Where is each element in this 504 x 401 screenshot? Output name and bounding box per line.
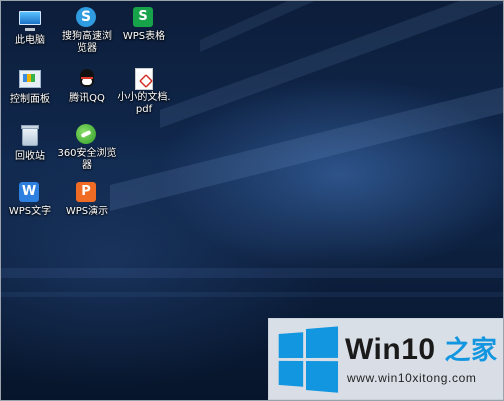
desktop-icon-this-pc[interactable]: 此电脑	[0, 7, 60, 47]
desktop-icon-360-browser[interactable]: 360安全浏览 器	[57, 124, 117, 172]
360-browser-icon	[76, 124, 98, 146]
desktop-icon-label: WPS演示	[65, 206, 109, 217]
watermark-brand: Win10 之家	[345, 333, 498, 366]
qq-icon	[76, 69, 98, 91]
desktop-icon-wps-spreadsheet[interactable]: S WPS表格	[114, 7, 174, 43]
desktop-icon-label: 腾讯QQ	[69, 93, 105, 104]
light-beam	[0, 292, 504, 297]
desktop-icon-label: 控制面板	[10, 94, 50, 105]
this-pc-icon	[19, 11, 41, 33]
wps-presentation-icon: P	[76, 182, 98, 204]
wps-writer-icon: W	[19, 182, 41, 204]
control-panel-icon	[19, 70, 41, 92]
wps-spreadsheet-icon: S	[133, 7, 155, 29]
desktop-icon-pdf-file[interactable]: 小小的文档. pdf	[114, 67, 174, 116]
pdf-file-icon	[133, 68, 155, 90]
desktop-icon-control-panel[interactable]: 控制面板	[0, 67, 60, 106]
desktop-icon-wps-writer[interactable]: W WPS文字	[0, 182, 60, 218]
desktop-icon-sogou-browser[interactable]: S 搜狗高速浏 览器	[57, 7, 117, 55]
site-watermark: Win10 之家 www.win10xitong.com	[268, 318, 504, 400]
desktop-icon-label: 小小的文档. pdf	[117, 92, 171, 115]
desktop-icon-wps-presentation[interactable]: P WPS演示	[57, 182, 117, 218]
sogou-browser-icon: S	[76, 7, 98, 29]
desktop-icon-qq[interactable]: 腾讯QQ	[57, 67, 117, 105]
desktop-background: 此电脑 控制面板 回收站 W WPS文字 S 搜狗高速浏 览器 腾讯QQ 360…	[0, 0, 504, 401]
desktop-icon-label: 360安全浏览 器	[57, 148, 117, 171]
desktop-icon-label: WPS表格	[122, 31, 166, 42]
light-beam	[0, 268, 504, 278]
desktop-icon-recycle-bin[interactable]: 回收站	[0, 124, 60, 163]
recycle-bin-icon	[19, 125, 41, 149]
desktop-icon-label: 此电脑	[15, 35, 45, 46]
desktop-icon-label: WPS文字	[8, 206, 52, 217]
windows-logo-icon	[278, 326, 339, 393]
watermark-url: www.win10xitong.com	[347, 371, 477, 385]
desktop-icon-label: 回收站	[15, 151, 45, 162]
desktop-icon-label: 搜狗高速浏 览器	[62, 31, 112, 54]
